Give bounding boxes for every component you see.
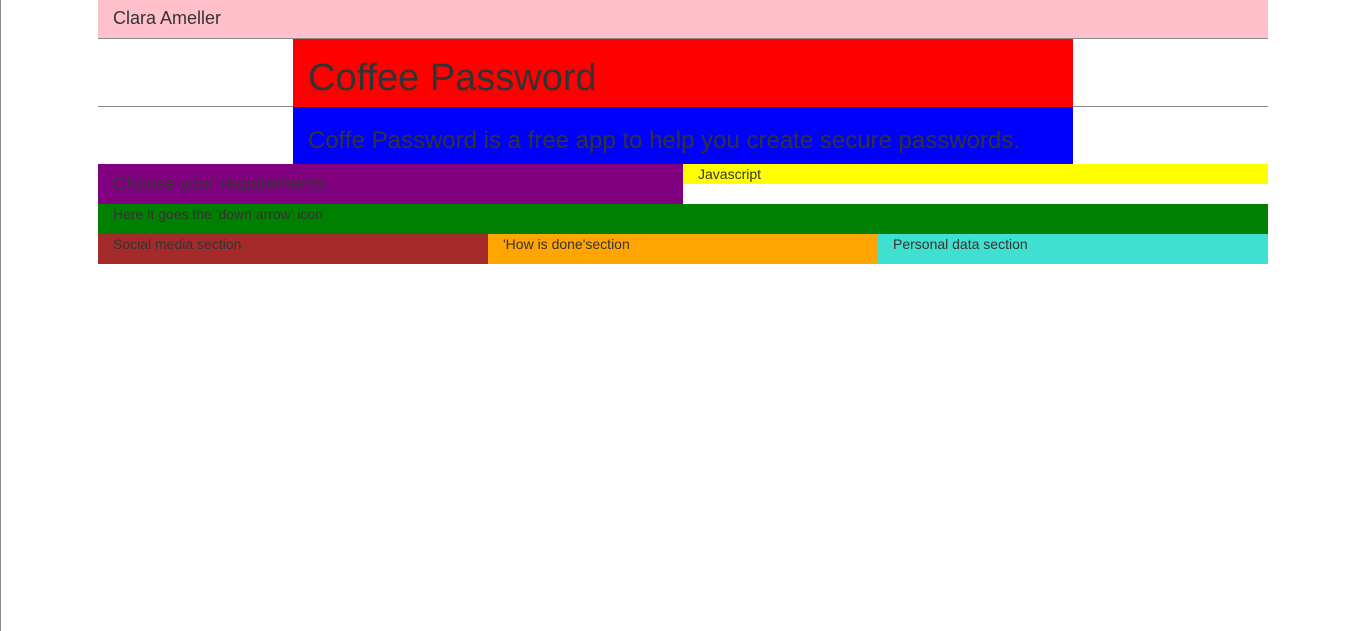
site-header: Clara Ameller — [98, 0, 1268, 39]
title-row: Coffee Password — [98, 39, 1268, 107]
down-arrow-placeholder: Here it goes the 'down arrow' icon — [98, 204, 1268, 234]
javascript-placeholder: Javascript — [683, 164, 1268, 184]
page-container: Clara Ameller Coffee Password Coffe Pass… — [98, 0, 1268, 264]
social-media-section: Social media section — [98, 234, 488, 264]
app-description: Coffe Password is a free app to help you… — [293, 107, 1073, 164]
personal-data-section: Personal data section — [878, 234, 1268, 264]
description-row: Coffe Password is a free app to help you… — [98, 107, 1268, 164]
author-name: Clara Ameller — [113, 8, 222, 28]
how-is-done-section: 'How is done'section — [488, 234, 878, 264]
page-title: Coffee Password — [293, 39, 1073, 107]
requirements-row: Choose your requirements: Javascript — [98, 164, 1268, 204]
sections-row: Social media section 'How is done'sectio… — [98, 234, 1268, 264]
requirements-label: Choose your requirements: — [98, 164, 683, 204]
window-left-border — [0, 0, 1, 631]
